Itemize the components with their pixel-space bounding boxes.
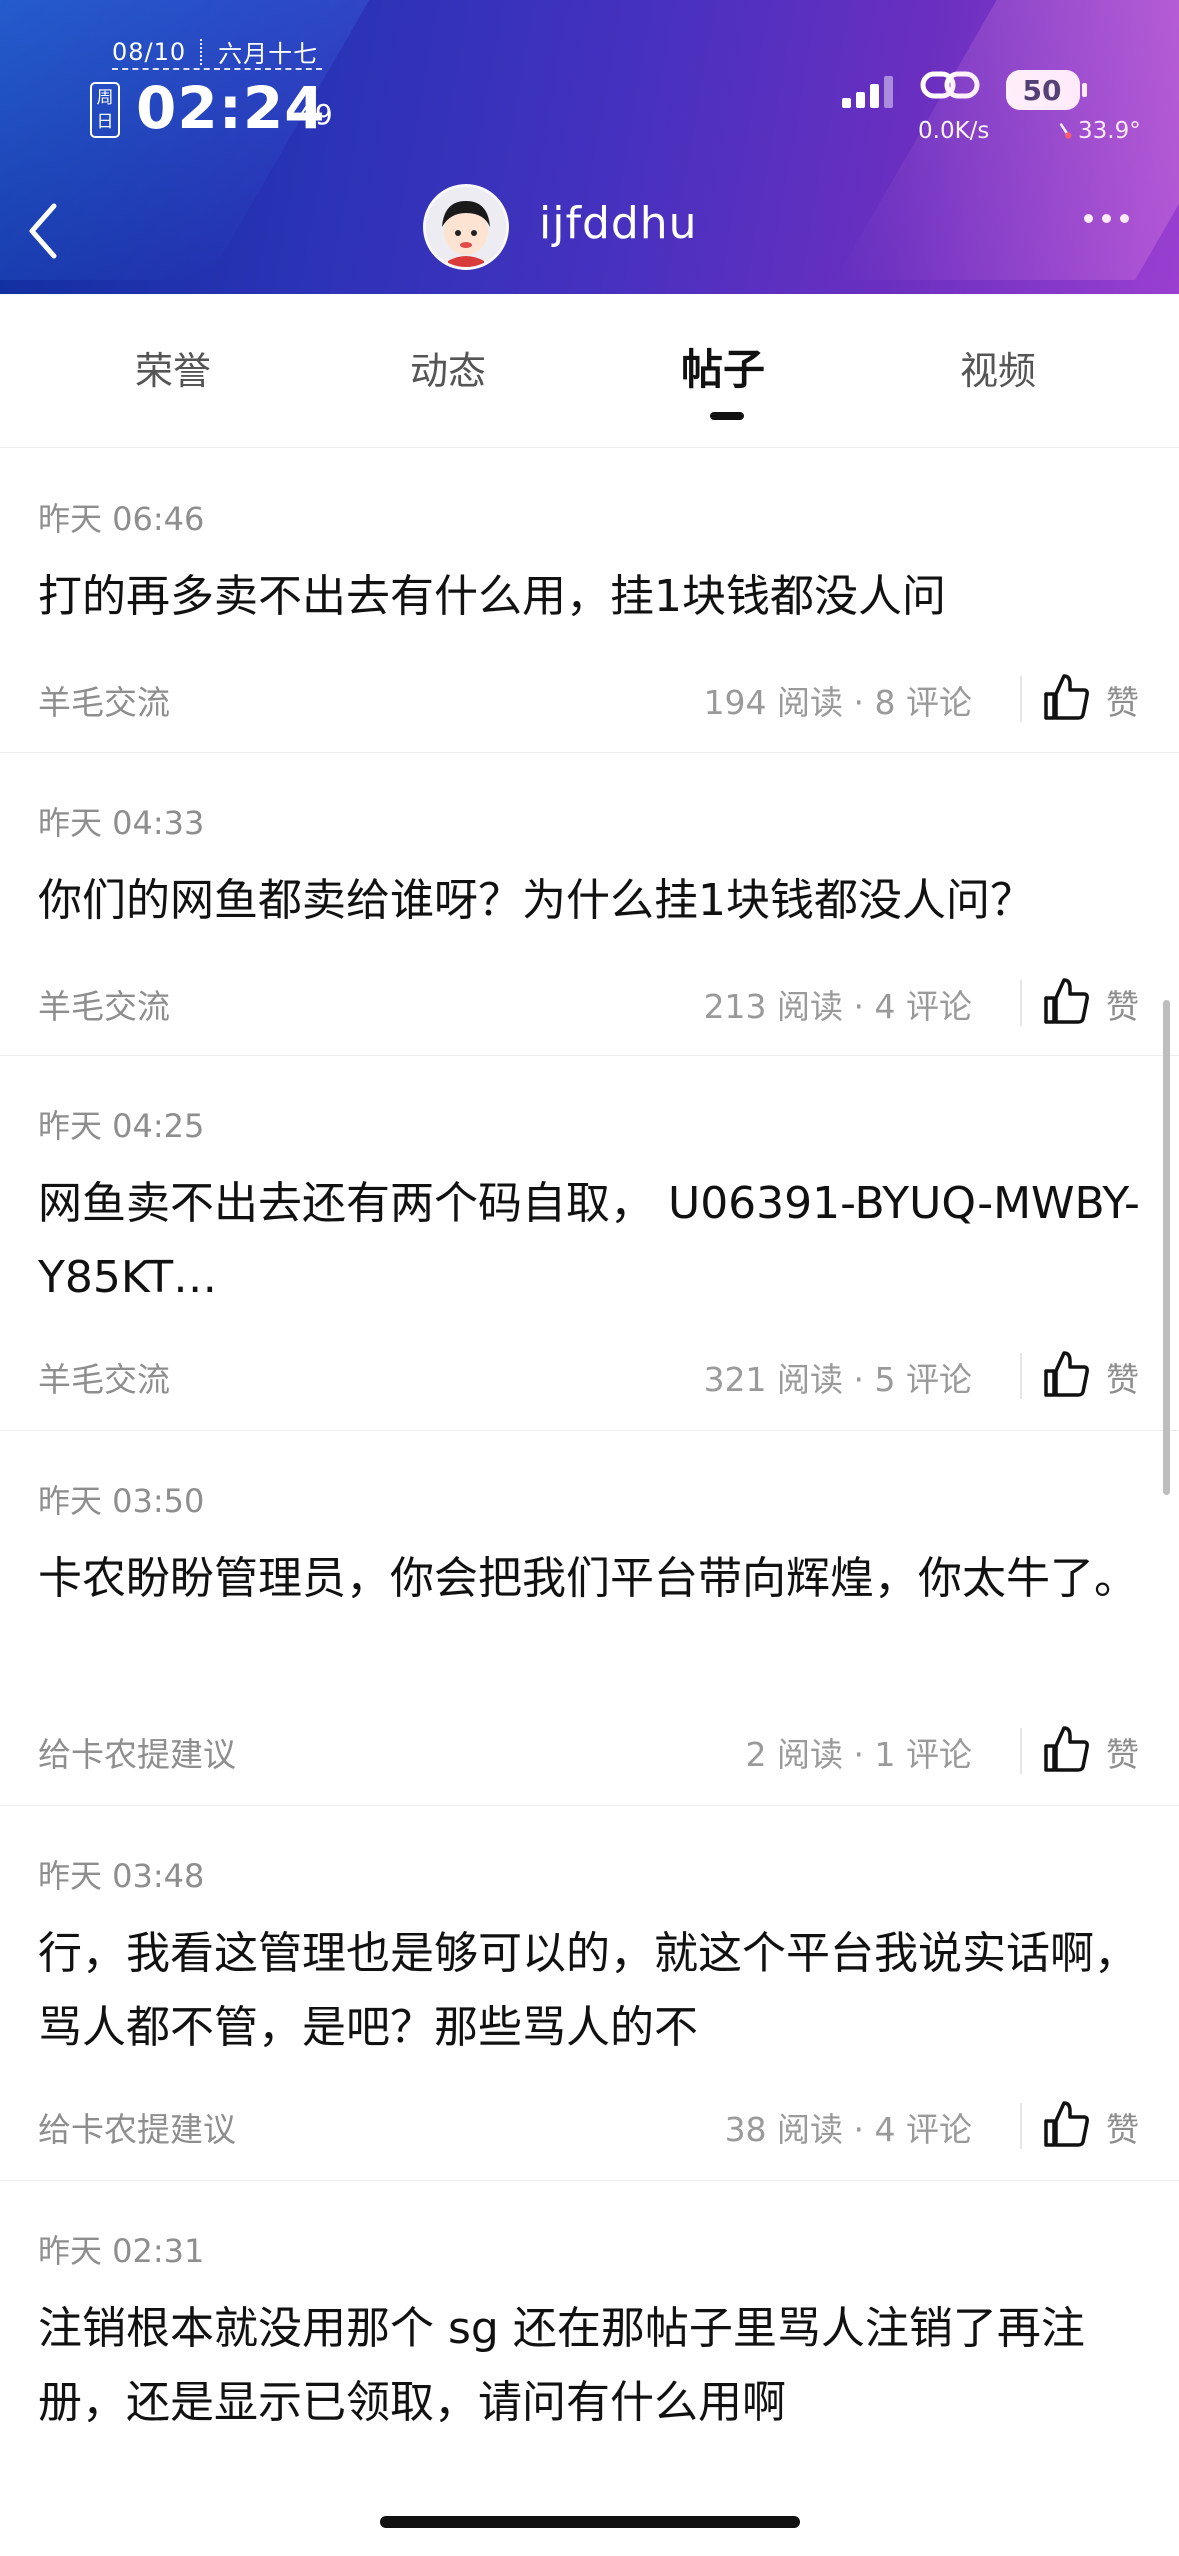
post-footer: 羊毛交流 321 阅读 · 5 评论 赞: [38, 1345, 1142, 1405]
post-time: 昨天 03:50: [38, 1482, 205, 1520]
post-item[interactable]: 昨天 04:25 网鱼卖不出去还有两个码自取， U06391-BYUQ-MWBY…: [0, 1055, 1179, 1431]
weekday-bottom: 日: [96, 112, 114, 132]
post-time: 昨天 06:46: [38, 500, 205, 538]
post-title[interactable]: 网鱼卖不出去还有两个码自取， U06391-BYUQ-MWBY-Y85KT…: [38, 1167, 1148, 1315]
post-category[interactable]: 羊毛交流: [38, 676, 170, 724]
post-item[interactable]: 昨天 06:46 打的再多卖不出去有什么用，挂1块钱都没人问 羊毛交流 194 …: [0, 448, 1179, 753]
thermometer-icon: [1059, 123, 1072, 139]
status-date: 08/10 六月十七: [112, 34, 318, 69]
date-underline: [112, 68, 322, 70]
lunar-date-text: 六月十七: [218, 40, 319, 68]
weekday-top: 周: [96, 88, 114, 108]
post-time: 昨天 03:48: [38, 1857, 205, 1895]
divider: [1020, 1728, 1022, 1774]
date-text: 08/10: [112, 37, 187, 66]
avatar[interactable]: [423, 184, 509, 270]
link-icon: [920, 71, 980, 99]
tab-activity[interactable]: 动态: [410, 340, 486, 395]
post-footer: 给卡农提建议 2 阅读 · 1 评论 赞: [38, 1720, 1142, 1780]
net-speed: 0.0K/s: [918, 118, 990, 144]
tab-active-indicator: [710, 412, 744, 420]
profile-header: 08/10 六月十七 周 日 02:24 49 0.0K/s 50 33.9°: [0, 0, 1179, 294]
date-separator: [200, 38, 204, 65]
divider: [1020, 1353, 1022, 1399]
post-title[interactable]: 行，我看这管理也是够可以的，就这个平台我说实话啊，骂人都不管，是吧？那些骂人的不: [38, 1917, 1148, 2065]
post-category[interactable]: 给卡农提建议: [38, 2103, 236, 2151]
post-time: 昨天 04:33: [38, 804, 205, 842]
weekday-badge: 周 日: [90, 82, 120, 138]
like-label[interactable]: 赞: [1106, 980, 1139, 1028]
post-item[interactable]: 昨天 02:31 注销根本就没用那个 sg 还在那帖子里骂人注销了再注册，还是显…: [0, 2180, 1179, 2556]
post-stats: 2 阅读 · 1 评论: [745, 1735, 972, 1774]
post-stats: 194 阅读 · 8 评论: [703, 683, 972, 722]
tab-bar: 荣誉 动态 帖子 视频: [0, 294, 1179, 448]
post-stats: 321 阅读 · 5 评论: [703, 1360, 972, 1399]
clock-seconds: 49: [297, 98, 333, 131]
divider: [1020, 980, 1022, 1026]
thumbs-up-icon[interactable]: [1042, 1349, 1090, 1399]
like-label[interactable]: 赞: [1106, 1353, 1139, 1401]
thumbs-up-icon[interactable]: [1042, 672, 1090, 722]
battery-level: 50: [1022, 73, 1062, 107]
post-item[interactable]: 昨天 04:33 你们的网鱼都卖给谁呀？为什么挂1块钱都没人问？ 羊毛交流 21…: [0, 752, 1179, 1056]
post-title[interactable]: 打的再多卖不出去有什么用，挂1块钱都没人问: [38, 560, 1148, 634]
back-chevron-icon: [29, 203, 57, 259]
post-title[interactable]: 卡农盼盼管理员，你会把我们平台带向辉煌，你太牛了。: [38, 1542, 1148, 1616]
more-dots-icon: [1084, 214, 1093, 223]
username: ijfddhu: [539, 198, 698, 249]
post-stats: 213 阅读 · 4 评论: [703, 987, 972, 1026]
back-button[interactable]: [26, 196, 86, 266]
thumbs-up-icon[interactable]: [1042, 1724, 1090, 1774]
thumbs-up-icon[interactable]: [1042, 2099, 1090, 2149]
divider: [1020, 676, 1022, 722]
tab-posts[interactable]: 帖子: [681, 336, 765, 397]
tab-honor[interactable]: 荣誉: [135, 340, 211, 395]
like-label[interactable]: 赞: [1106, 2103, 1139, 2151]
home-indicator[interactable]: [380, 2516, 800, 2528]
post-category[interactable]: 给卡农提建议: [38, 1728, 236, 1776]
post-footer: 给卡农提建议 38 阅读 · 4 评论 赞: [38, 2095, 1142, 2155]
post-stats: 38 阅读 · 4 评论: [724, 2110, 972, 2149]
tab-videos[interactable]: 视频: [960, 340, 1036, 395]
battery-icon: [1006, 70, 1087, 110]
thumbs-up-icon[interactable]: [1042, 976, 1090, 1026]
more-button[interactable]: [1084, 214, 1129, 223]
scrollbar[interactable]: [1163, 1000, 1170, 1495]
post-item[interactable]: 昨天 03:48 行，我看这管理也是够可以的，就这个平台我说实话啊，骂人都不管，…: [0, 1805, 1179, 2181]
signal-icon: [842, 74, 893, 108]
post-title[interactable]: 你们的网鱼都卖给谁呀？为什么挂1块钱都没人问？: [38, 864, 1148, 938]
temperature-value: 33.9°: [1078, 118, 1141, 144]
avatar-cartoon-icon: [426, 187, 506, 267]
post-item[interactable]: 昨天 03:50 卡农盼盼管理员，你会把我们平台带向辉煌，你太牛了。 给卡农提建…: [0, 1430, 1179, 1806]
post-time: 昨天 02:31: [38, 2232, 205, 2270]
like-label[interactable]: 赞: [1106, 676, 1139, 724]
like-label[interactable]: 赞: [1106, 1728, 1139, 1776]
temperature: 33.9°: [1058, 118, 1141, 144]
divider: [1020, 2103, 1022, 2149]
post-footer: 羊毛交流 213 阅读 · 4 评论 赞: [38, 972, 1142, 1032]
post-category[interactable]: 羊毛交流: [38, 1353, 170, 1401]
post-category[interactable]: 羊毛交流: [38, 980, 170, 1028]
post-title[interactable]: 注销根本就没用那个 sg 还在那帖子里骂人注销了再注册，还是显示已领取，请问有什…: [38, 2292, 1148, 2440]
post-time: 昨天 04:25: [38, 1107, 205, 1145]
post-footer: 羊毛交流 194 阅读 · 8 评论 赞: [38, 668, 1142, 728]
